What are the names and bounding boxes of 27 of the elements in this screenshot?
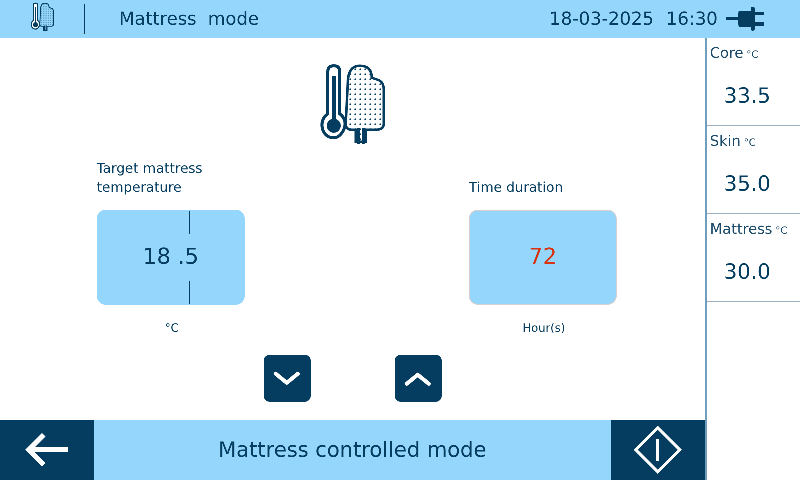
unit-label: °C	[165, 321, 179, 335]
setting-label: Time duration	[469, 179, 564, 198]
decrease-button[interactable]	[264, 355, 311, 402]
reading-unit: °C	[744, 138, 756, 149]
mattress-thermometer-icon	[318, 62, 388, 146]
reading-unit: °C	[746, 50, 759, 61]
reading-unit: °C	[776, 226, 788, 237]
mode-title: Mattress controlled mode	[94, 420, 612, 480]
mattress-thermometer-icon	[30, 2, 56, 32]
back-arrow-icon	[24, 431, 70, 469]
time: 16:30	[666, 8, 718, 30]
unit-label: Hour(s)	[522, 321, 566, 335]
increase-button[interactable]	[394, 355, 442, 402]
reading-value: 33.5	[724, 84, 772, 108]
date: 18-03-2025	[550, 8, 654, 30]
chevron-down-icon	[272, 370, 302, 388]
back-button[interactable]	[0, 420, 94, 480]
reading-value: 35.0	[724, 172, 772, 196]
setting-label: Target mattress temperature	[97, 160, 204, 198]
reading-value: 30.0	[724, 260, 772, 284]
reading-name: Mattress	[710, 222, 773, 238]
reading-name: Core	[710, 46, 744, 62]
reading-name: Skin	[710, 134, 741, 150]
start-icon	[634, 426, 682, 474]
value-field[interactable]: 18 .5	[97, 210, 245, 305]
start-button[interactable]	[611, 420, 706, 480]
screen-title: Mattress mode	[119, 8, 260, 30]
